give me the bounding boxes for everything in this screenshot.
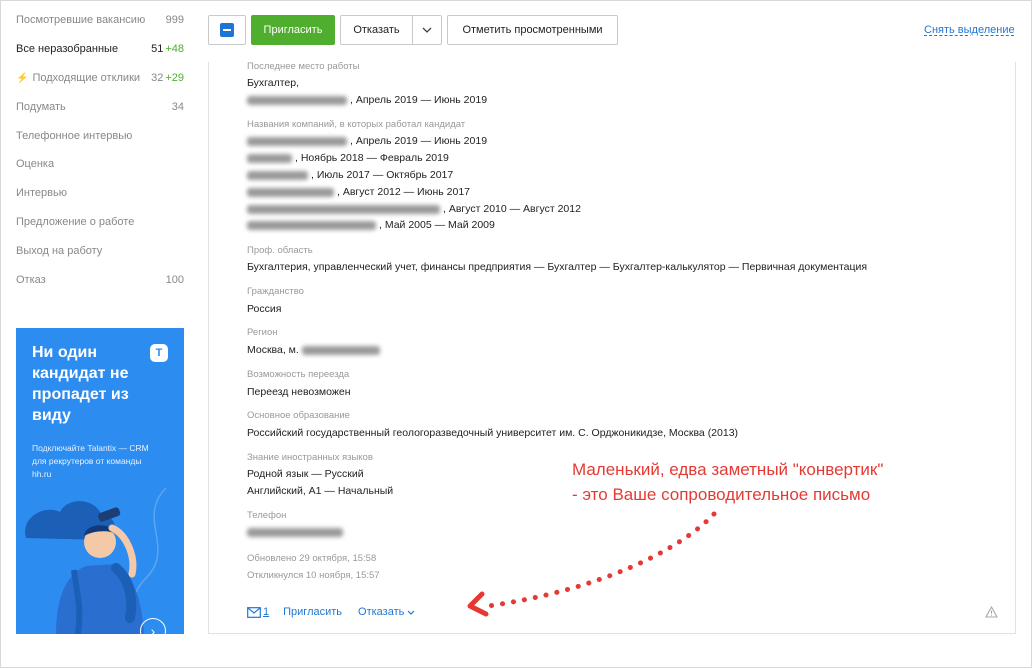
annotation-arrow	[467, 511, 717, 617]
